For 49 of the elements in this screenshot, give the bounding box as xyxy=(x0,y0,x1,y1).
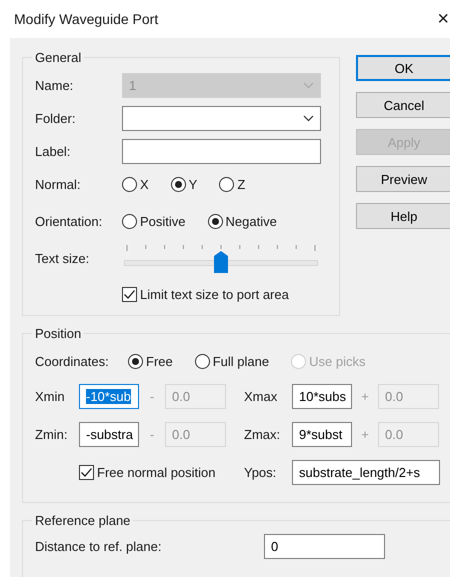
text-field[interactable]: -substra xyxy=(79,422,139,446)
offset-field: 0.0 xyxy=(378,384,439,408)
field-label: Coordinates: xyxy=(35,354,110,368)
minus-sign: - xyxy=(148,388,156,404)
text-field[interactable]: 9*subst xyxy=(292,422,352,446)
radio-button[interactable]: Positive xyxy=(122,214,186,228)
radio-button[interactable]: Full plane xyxy=(194,354,270,368)
checkbox[interactable]: Free normal position xyxy=(79,464,244,480)
label-input[interactable] xyxy=(122,139,321,164)
field-label: Orientation: xyxy=(35,214,104,228)
group-title: General xyxy=(34,50,82,65)
group-title: Reference plane xyxy=(34,513,132,528)
offset-field: 0.0 xyxy=(165,384,226,408)
dialog-button[interactable]: Cancel xyxy=(356,92,450,118)
minus-sign: - xyxy=(148,426,156,442)
field-label: Ypos: xyxy=(244,464,278,480)
field-label: Distance to ref. plane: xyxy=(35,538,162,554)
text-field[interactable]: -10*sub xyxy=(79,384,139,408)
group-title: Position xyxy=(34,326,82,341)
field-label: Text size: xyxy=(35,250,90,266)
field-label: Zmin: xyxy=(35,426,68,442)
chevron-down-icon xyxy=(303,82,314,89)
checkbox[interactable]: Limit text size to port area xyxy=(122,286,289,302)
field-label: Folder: xyxy=(35,111,76,126)
text-field[interactable]: 10*subs xyxy=(292,384,352,408)
radio-button[interactable]: Negative xyxy=(208,214,277,228)
close-button[interactable]: × xyxy=(437,8,449,30)
slider-thumb[interactable] xyxy=(214,251,228,273)
chevron-down-icon xyxy=(303,115,314,122)
radio-button[interactable]: Free xyxy=(128,354,173,368)
dialog-button[interactable]: OK xyxy=(356,55,450,81)
checkmark-icon xyxy=(123,288,136,300)
window-title: Modify Waveguide Port xyxy=(14,11,158,27)
plus-sign: + xyxy=(360,426,370,442)
field-label: Name: xyxy=(35,78,74,93)
field-label: Xmax xyxy=(244,388,278,404)
text-field[interactable]: 0 xyxy=(264,534,385,558)
dialog-button[interactable]: Preview xyxy=(356,166,450,192)
offset-field: 0.0 xyxy=(378,422,439,446)
field-label: Label: xyxy=(35,144,72,159)
folder-dropdown[interactable] xyxy=(122,106,321,131)
offset-field: 0.0 xyxy=(165,422,226,446)
dialog-button[interactable]: Help xyxy=(356,203,450,229)
text-field[interactable]: substrate_length/2+s xyxy=(292,460,440,484)
field-label: Xmin xyxy=(35,388,66,404)
field-label: Normal: xyxy=(35,177,82,192)
plus-sign: + xyxy=(360,388,370,404)
checkmark-icon xyxy=(80,466,93,478)
field-label: Zmax: xyxy=(244,426,282,442)
